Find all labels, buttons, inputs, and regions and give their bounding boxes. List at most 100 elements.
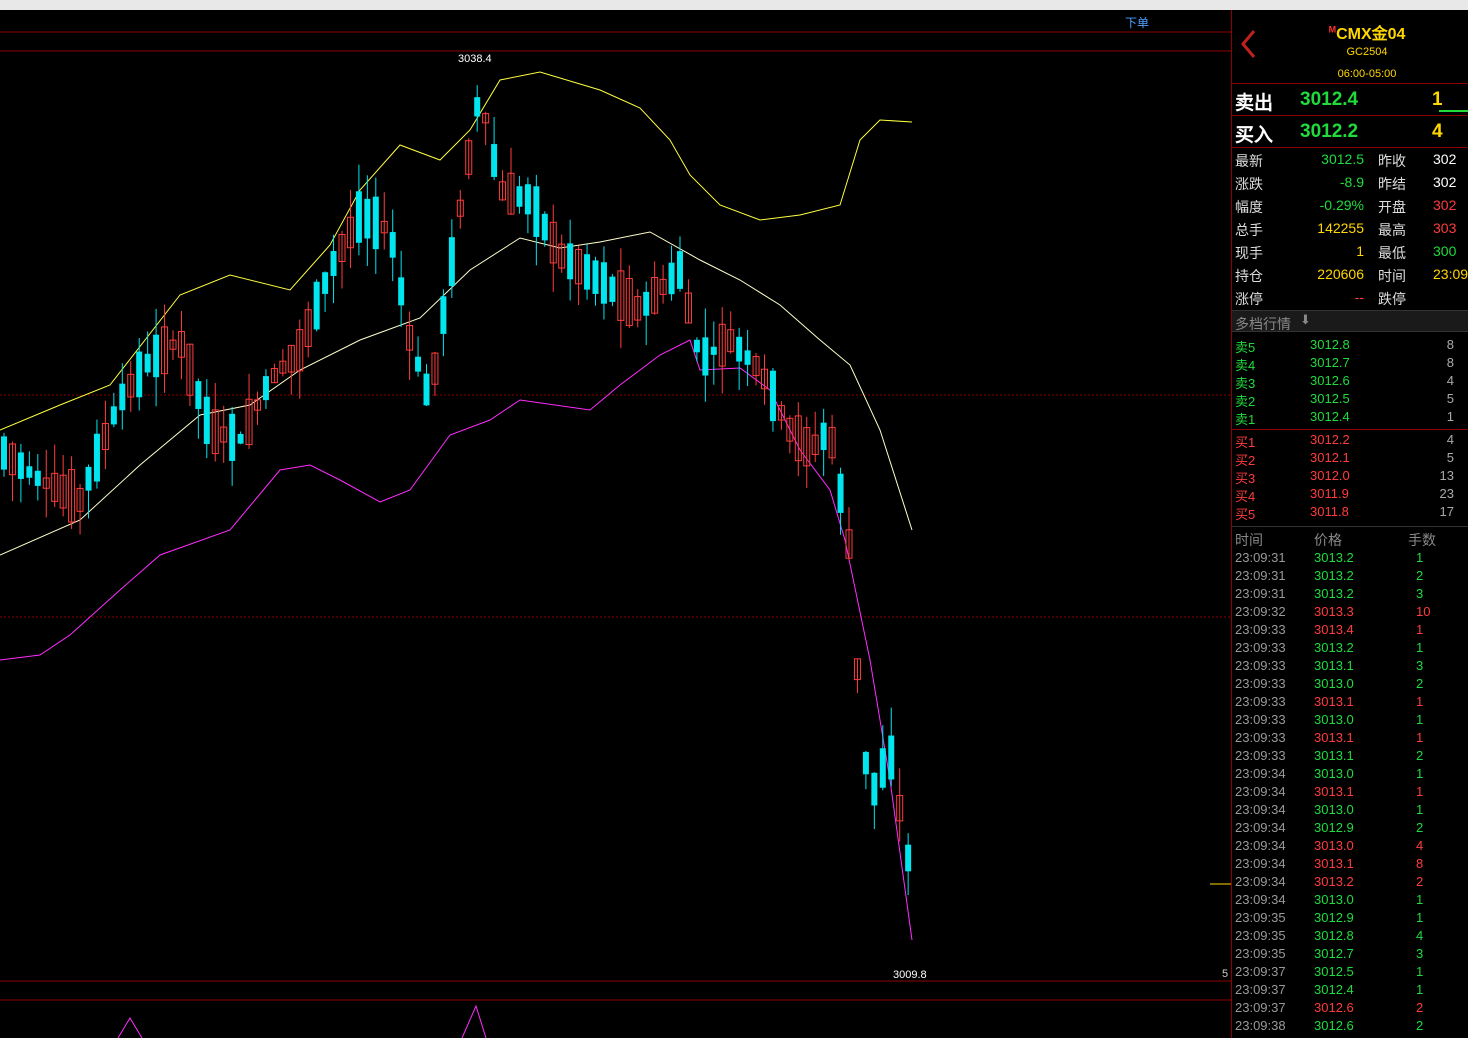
candle-body bbox=[372, 196, 379, 250]
level-label: 买5 bbox=[1235, 507, 1256, 522]
ask-level-row[interactable]: 卖3 3012.6 4 bbox=[1232, 372, 1468, 391]
candle-body bbox=[643, 291, 650, 316]
ask-level-row[interactable]: 卖5 3012.8 8 bbox=[1232, 336, 1468, 355]
tick-time: 23:09:35 bbox=[1235, 928, 1286, 943]
stat-label-2: 昨结 bbox=[1378, 177, 1406, 193]
tick-volume: 1 bbox=[1416, 694, 1424, 709]
place-order-button[interactable]: 下单 bbox=[1125, 14, 1149, 31]
candle-body bbox=[592, 260, 599, 294]
level-volume: 13 bbox=[1439, 468, 1454, 483]
stat-row: 幅度 -0.29% 开盘 302 bbox=[1232, 194, 1468, 217]
stat-value-2: 302 bbox=[1433, 151, 1457, 167]
best-ask-row[interactable]: 卖出 3012.4 1 bbox=[1232, 83, 1468, 114]
level-volume: 4 bbox=[1446, 373, 1454, 388]
candle-body bbox=[710, 346, 717, 355]
tick-row: 23:09:31 3013.2 3 bbox=[1232, 585, 1468, 603]
best-bid-row[interactable]: 买入 3012.2 4 bbox=[1232, 115, 1468, 146]
tick-price: 3013.1 bbox=[1314, 694, 1354, 709]
candle-body bbox=[448, 237, 455, 287]
bollinger-lower-line bbox=[0, 339, 913, 941]
tick-time: 23:09:33 bbox=[1235, 640, 1286, 655]
stat-row: 总手 142255 最高 303 bbox=[1232, 217, 1468, 240]
candle-body bbox=[203, 396, 210, 445]
bid-label: 买入 bbox=[1235, 124, 1274, 146]
tick-volume: 1 bbox=[1416, 910, 1424, 925]
tick-time: 23:09:34 bbox=[1235, 820, 1286, 835]
ticks-header-time: 时间 bbox=[1235, 532, 1263, 548]
stat-label: 幅度 bbox=[1235, 200, 1263, 216]
candle-body bbox=[888, 735, 895, 780]
candle-body bbox=[567, 243, 574, 280]
ask-level-row[interactable]: 卖2 3012.5 5 bbox=[1232, 390, 1468, 409]
level-price: 3012.1 bbox=[1310, 450, 1350, 465]
tick-row: 23:09:33 3013.1 1 bbox=[1232, 729, 1468, 747]
candlestick-chart[interactable]: 下单 3038.4 3009.8 5 bbox=[0, 10, 1231, 1038]
tick-price: 3013.4 bbox=[1314, 622, 1354, 637]
level-price: 3011.9 bbox=[1310, 486, 1349, 501]
title-strip bbox=[0, 0, 1468, 10]
back-arrow-icon[interactable] bbox=[1238, 28, 1260, 60]
tick-volume: 2 bbox=[1416, 874, 1424, 889]
tick-price: 3012.7 bbox=[1314, 946, 1354, 961]
stat-label: 总手 bbox=[1235, 223, 1263, 239]
tick-volume: 3 bbox=[1416, 946, 1424, 961]
bid-level-row[interactable]: 买4 3011.9 23 bbox=[1232, 485, 1468, 504]
bid-level-row[interactable]: 买2 3012.1 5 bbox=[1232, 449, 1468, 468]
depth-toggle[interactable]: 多档行情 ⬇ bbox=[1232, 310, 1468, 333]
axis-label: 5 bbox=[1222, 968, 1229, 980]
tick-volume: 1 bbox=[1416, 982, 1424, 997]
tick-row: 23:09:31 3013.2 1 bbox=[1232, 549, 1468, 567]
candle-body bbox=[195, 381, 202, 409]
candle-body bbox=[322, 272, 329, 294]
tick-price: 3013.0 bbox=[1314, 712, 1354, 727]
tick-time: 23:09:38 bbox=[1235, 1018, 1286, 1033]
candle-body bbox=[110, 406, 117, 425]
tick-volume: 1 bbox=[1416, 892, 1424, 907]
stat-value-2: 302 bbox=[1433, 197, 1457, 213]
ask-level-row[interactable]: 卖1 3012.4 1 bbox=[1232, 408, 1468, 427]
candle-body bbox=[533, 186, 540, 237]
candle-body bbox=[1, 436, 7, 470]
candle-body bbox=[769, 370, 776, 422]
tick-time: 23:09:35 bbox=[1235, 910, 1286, 925]
candle-body bbox=[837, 473, 844, 513]
bid-level-row[interactable]: 买1 3012.2 4 bbox=[1232, 431, 1468, 450]
candle-body bbox=[600, 262, 607, 304]
tick-row: 23:09:37 3012.4 1 bbox=[1232, 981, 1468, 999]
stat-label-2: 昨收 bbox=[1378, 154, 1406, 170]
tick-time: 23:09:34 bbox=[1235, 802, 1286, 817]
stat-row: 涨跌 -8.9 昨结 302 bbox=[1232, 171, 1468, 194]
candle-body bbox=[262, 376, 269, 401]
candle-body bbox=[516, 186, 523, 207]
market-badge: M bbox=[1328, 24, 1337, 35]
tick-time: 23:09:33 bbox=[1235, 658, 1286, 673]
tick-price: 3013.3 bbox=[1314, 604, 1354, 619]
ask-level-row[interactable]: 卖4 3012.7 8 bbox=[1232, 354, 1468, 373]
stat-value: 220606 bbox=[1317, 266, 1364, 282]
candle-body bbox=[609, 276, 616, 302]
tick-price: 3013.2 bbox=[1314, 568, 1354, 583]
candle-body bbox=[26, 466, 33, 478]
tick-price: 3013.1 bbox=[1314, 748, 1354, 763]
tick-time: 23:09:34 bbox=[1235, 784, 1286, 799]
tick-row: 23:09:34 3013.0 1 bbox=[1232, 765, 1468, 783]
level-volume: 17 bbox=[1439, 504, 1454, 519]
candle-body bbox=[415, 356, 422, 372]
bid-level-row[interactable]: 买3 3012.0 13 bbox=[1232, 467, 1468, 486]
tick-price: 3013.1 bbox=[1314, 730, 1354, 745]
stat-label-2: 开盘 bbox=[1378, 200, 1406, 216]
candle-body bbox=[85, 466, 92, 491]
tick-time: 23:09:33 bbox=[1235, 676, 1286, 691]
tick-price: 3013.2 bbox=[1314, 550, 1354, 565]
candle-body bbox=[541, 213, 548, 241]
level-price: 3012.7 bbox=[1310, 355, 1350, 370]
candle-body bbox=[144, 353, 151, 373]
candle-body bbox=[389, 232, 396, 258]
tick-volume: 4 bbox=[1416, 838, 1424, 853]
tick-volume: 1 bbox=[1416, 730, 1424, 745]
level-price: 3012.2 bbox=[1310, 432, 1350, 447]
bid-level-row[interactable]: 买5 3011.8 17 bbox=[1232, 503, 1468, 522]
tick-row: 23:09:37 3012.6 2 bbox=[1232, 999, 1468, 1017]
candle-body bbox=[736, 336, 743, 362]
candle-body bbox=[119, 383, 126, 411]
